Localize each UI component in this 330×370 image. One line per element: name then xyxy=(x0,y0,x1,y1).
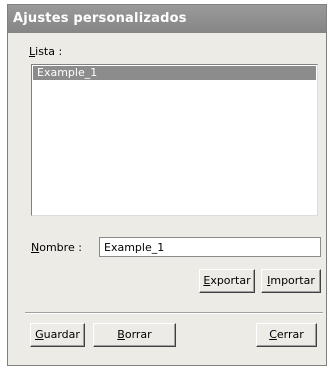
export-button[interactable]: Exportar xyxy=(199,269,255,293)
delete-button-accel: B xyxy=(117,328,125,341)
list-item-selected[interactable]: Example_1 xyxy=(33,66,316,80)
name-label-accel: N xyxy=(31,241,40,254)
import-button[interactable]: Importar xyxy=(261,269,321,293)
title-bar[interactable]: Ajustes personalizados xyxy=(8,5,326,33)
save-button-accel: G xyxy=(35,328,44,341)
close-button[interactable]: Cerrar xyxy=(256,323,317,347)
dialog-title: Ajustes personalizados xyxy=(13,11,187,26)
separator xyxy=(25,312,323,314)
custom-settings-dialog: Ajustes personalizados Lista : Example_1… xyxy=(7,4,327,366)
save-button-label: uardar xyxy=(43,328,80,341)
name-label: Nombre : xyxy=(31,241,82,254)
list-label: Lista : xyxy=(29,45,62,58)
import-button-label: mportar xyxy=(270,274,315,287)
save-button[interactable]: Guardar xyxy=(30,323,85,347)
settings-listbox[interactable]: Example_1 xyxy=(31,64,318,216)
name-input[interactable] xyxy=(99,237,321,257)
delete-button[interactable]: Borrar xyxy=(93,323,176,347)
delete-button-label: orrar xyxy=(124,328,152,341)
name-label-text: ombre : xyxy=(39,241,82,254)
export-button-label: xportar xyxy=(210,274,251,287)
close-button-accel: C xyxy=(269,328,277,341)
list-label-text: ista : xyxy=(35,45,63,58)
close-button-label: errar xyxy=(276,328,304,341)
